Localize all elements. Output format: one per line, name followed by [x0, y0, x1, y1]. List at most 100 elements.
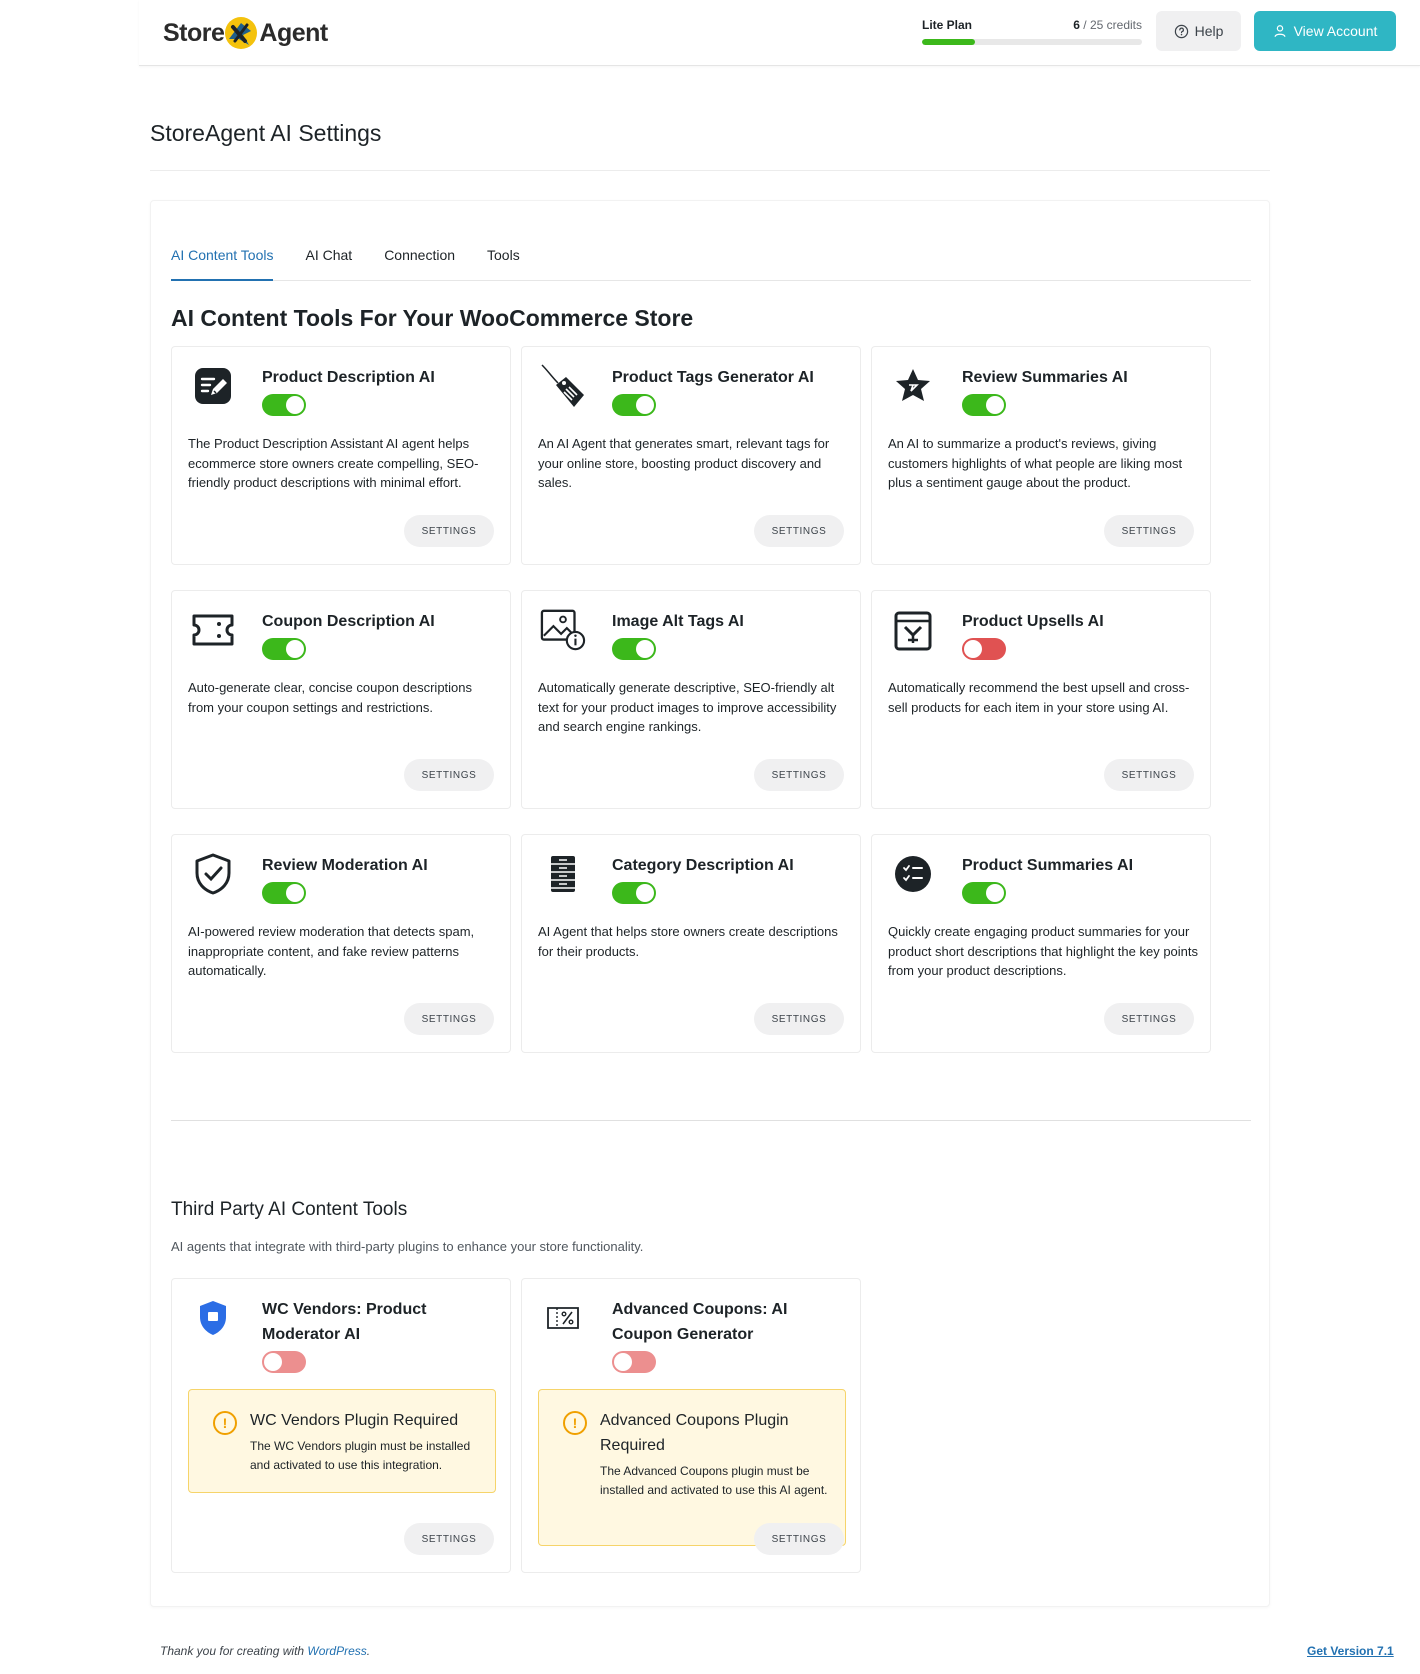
warning-icon: !	[213, 1411, 237, 1435]
help-label: Help	[1194, 23, 1224, 39]
coupon-ticket-icon	[190, 607, 236, 653]
shopping-bag-icon	[890, 607, 936, 653]
logo-mark-icon	[221, 13, 261, 53]
warning-title: Advanced Coupons Plugin Required	[600, 1412, 789, 1454]
edit-document-icon	[190, 363, 236, 409]
logo-text-right: Agent	[259, 18, 328, 47]
tool-toggle[interactable]	[612, 882, 656, 904]
image-info-icon	[540, 607, 586, 653]
settings-button[interactable]: SETTINGS	[754, 759, 844, 791]
storeagent-logo[interactable]: Store Agent	[163, 11, 328, 55]
tool-card-product-tags: Product Tags Generator AI An AI Agent th…	[521, 346, 861, 565]
tool-description: Automatically recommend the best upsell …	[888, 680, 1190, 715]
third-party-title: Third Party AI Content Tools	[171, 1199, 408, 1220]
help-button[interactable]: Help	[1156, 11, 1241, 51]
top-bar: Store Agent Lite Plan 6 / 25 credits Hel…	[139, 0, 1420, 66]
wordpress-link[interactable]: WordPress	[307, 1644, 366, 1658]
tool-toggle[interactable]	[612, 638, 656, 660]
settings-panel: AI Content Tools AI Chat Connection Tool…	[150, 200, 1270, 1607]
settings-button[interactable]: SETTINGS	[404, 515, 494, 547]
footer-thanks-suffix: .	[366, 1644, 371, 1658]
warning-icon: !	[563, 1411, 587, 1435]
tool-title: Review Moderation AI	[262, 857, 428, 874]
settings-button[interactable]: SETTINGS	[754, 515, 844, 547]
view-account-button[interactable]: View Account	[1254, 11, 1396, 51]
tool-title: Coupon Description AI	[262, 613, 435, 630]
tool-toggle[interactable]	[962, 394, 1006, 416]
tool-title: Product Tags Generator AI	[612, 369, 814, 386]
warning-title: WC Vendors Plugin Required	[250, 1412, 459, 1429]
tool-toggle[interactable]	[262, 1351, 306, 1373]
tab-ai-chat[interactable]: AI Chat	[305, 245, 352, 281]
filing-cabinet-icon	[540, 851, 586, 897]
footer-thanks-prefix: Thank you for creating with	[160, 1644, 308, 1658]
tool-card-category-description: Category Description AI AI Agent that he…	[521, 834, 861, 1053]
tool-card-review-summaries: Review Summaries AI An AI to summarize a…	[871, 346, 1211, 565]
tool-description: An AI Agent that generates smart, releva…	[538, 436, 830, 490]
warning-text: The WC Vendors plugin must be installed …	[250, 1439, 471, 1472]
view-account-label: View Account	[1293, 23, 1378, 39]
tool-toggle[interactable]	[262, 882, 306, 904]
tool-description: AI-powered review moderation that detect…	[188, 924, 475, 978]
shield-check-icon	[190, 851, 236, 897]
footer-thanks: Thank you for creating with WordPress.	[160, 1644, 370, 1658]
tool-description: Quickly create engaging product summarie…	[888, 924, 1199, 978]
credits-total: / 25 credits	[1083, 18, 1142, 32]
section-title: AI Content Tools For Your WooCommerce St…	[171, 305, 694, 331]
tool-title: Product Summaries AI	[962, 857, 1134, 874]
settings-button[interactable]: SETTINGS	[754, 1003, 844, 1035]
tab-ai-content-tools[interactable]: AI Content Tools	[171, 245, 274, 281]
tool-toggle[interactable]	[262, 638, 306, 660]
settings-button[interactable]: SETTINGS	[404, 1523, 494, 1555]
credits-progress-bar	[922, 39, 1142, 45]
shield-badge-icon	[190, 1295, 236, 1341]
page-title: StoreAgent AI Settings	[150, 120, 382, 146]
third-party-card-advanced-coupons: Advanced Coupons: AI Coupon Generator ! …	[521, 1278, 861, 1573]
get-version-link[interactable]: Get Version 7.1	[1307, 1644, 1394, 1658]
credits-used: 6	[1073, 18, 1080, 32]
tool-card-product-description: Product Description AI The Product Descr…	[171, 346, 511, 565]
tool-toggle[interactable]	[262, 394, 306, 416]
price-tag-icon	[540, 363, 586, 409]
plan-usage: Lite Plan 6 / 25 credits	[922, 18, 1142, 45]
tool-card-product-summaries: Product Summaries AI Quickly create enga…	[871, 834, 1211, 1053]
tool-description: AI Agent that helps store owners create …	[538, 924, 838, 959]
tool-card-product-upsells: Product Upsells AI Automatically recomme…	[871, 590, 1211, 809]
tool-card-review-moderation: Review Moderation AI AI-powered review m…	[171, 834, 511, 1053]
tool-description: An AI to summarize a product's reviews, …	[888, 436, 1183, 490]
settings-button[interactable]: SETTINGS	[1104, 515, 1194, 547]
tool-description: Auto-generate clear, concise coupon desc…	[188, 680, 473, 715]
title-divider	[150, 170, 1270, 171]
tool-title: Review Summaries AI	[962, 369, 1128, 386]
settings-button[interactable]: SETTINGS	[754, 1523, 844, 1555]
tool-description: Automatically generate descriptive, SEO-…	[538, 680, 837, 734]
tab-bar: AI Content Tools AI Chat Connection Tool…	[171, 245, 1251, 281]
tool-title: Category Description AI	[612, 857, 794, 874]
tool-title: Advanced Coupons: AI Coupon Generator	[612, 1301, 788, 1343]
third-party-card-wc-vendors: WC Vendors: Product Moderator AI ! WC Ve…	[171, 1278, 511, 1573]
tool-toggle[interactable]	[612, 1351, 656, 1373]
tab-tools[interactable]: Tools	[487, 245, 520, 281]
checklist-circle-icon	[890, 851, 936, 897]
settings-button[interactable]: SETTINGS	[404, 759, 494, 791]
tool-title: Image Alt Tags AI	[612, 613, 744, 630]
settings-button[interactable]: SETTINGS	[1104, 759, 1194, 791]
settings-button[interactable]: SETTINGS	[404, 1003, 494, 1035]
section-divider	[171, 1120, 1251, 1121]
tool-toggle[interactable]	[962, 638, 1006, 660]
user-icon	[1274, 25, 1286, 37]
tool-toggle[interactable]	[962, 882, 1006, 904]
third-party-subtitle: AI agents that integrate with third-part…	[171, 1239, 644, 1254]
credits-progress-fill	[922, 39, 975, 45]
tool-title: WC Vendors: Product Moderator AI	[262, 1301, 427, 1343]
tool-card-coupon-description: Coupon Description AI Auto-generate clea…	[171, 590, 511, 809]
plugin-required-warning: ! WC Vendors Plugin Required The WC Vend…	[188, 1389, 496, 1493]
settings-button[interactable]: SETTINGS	[1104, 1003, 1194, 1035]
tab-connection[interactable]: Connection	[384, 245, 455, 281]
tool-card-image-alt-tags: Image Alt Tags AI Automatically generate…	[521, 590, 861, 809]
tool-title: Product Upsells AI	[962, 613, 1104, 630]
plan-name: Lite Plan	[922, 18, 973, 32]
tool-toggle[interactable]	[612, 394, 656, 416]
credits-readout: 6 / 25 credits	[1073, 18, 1142, 32]
warning-text: The Advanced Coupons plugin must be inst…	[600, 1464, 828, 1497]
